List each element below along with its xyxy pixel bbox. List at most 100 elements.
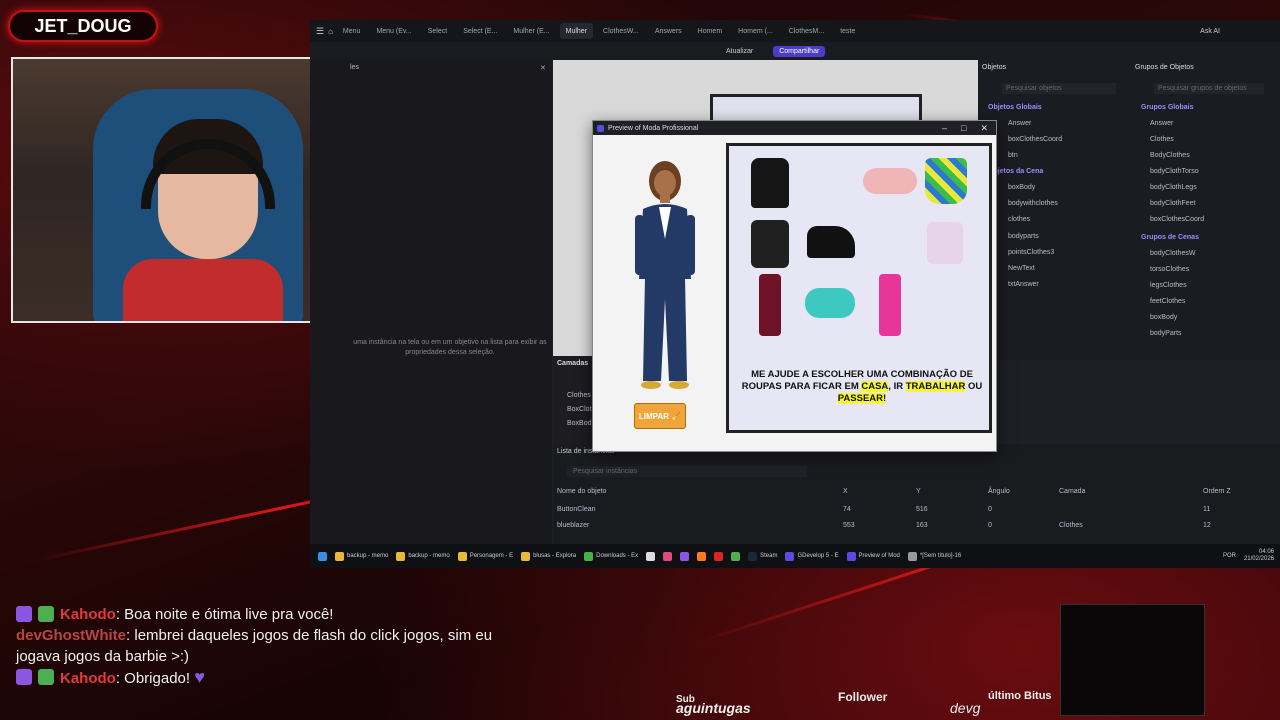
properties-panel: les ✕ uma instância na tela ou em um obj… bbox=[310, 60, 552, 548]
ask-ai-button[interactable]: Ask AI bbox=[1200, 28, 1220, 35]
row-cell[interactable]: blueblazer bbox=[557, 522, 589, 529]
col-header[interactable]: X bbox=[843, 488, 848, 495]
group-item[interactable]: bodyClothFeet bbox=[1150, 200, 1196, 207]
tab-menu[interactable]: Menu bbox=[337, 23, 367, 39]
group-item[interactable]: boxClothesCoord bbox=[1150, 216, 1204, 223]
patterned-skirt-item[interactable] bbox=[925, 158, 967, 204]
group-item[interactable]: feetClothes bbox=[1150, 298, 1185, 305]
instances-search[interactable]: Pesquisar instâncias bbox=[567, 466, 807, 477]
object-item[interactable]: Answer bbox=[1008, 120, 1031, 127]
col-header[interactable]: Y bbox=[916, 488, 921, 495]
group-item[interactable]: BodyClothes bbox=[1150, 152, 1190, 159]
object-item[interactable]: boxBody bbox=[1008, 184, 1035, 191]
scene-groups-header[interactable]: Grupos de Cenas bbox=[1141, 234, 1199, 241]
app-icon[interactable] bbox=[680, 551, 690, 561]
app-icon[interactable] bbox=[697, 551, 707, 561]
col-header[interactable]: Nome do objeto bbox=[557, 488, 606, 495]
object-item[interactable]: txtAnswer bbox=[1008, 281, 1039, 288]
leather-jacket-item[interactable] bbox=[751, 220, 789, 268]
close-icon[interactable]: ✕ bbox=[540, 64, 546, 72]
minimize-icon[interactable]: – bbox=[942, 123, 947, 134]
pink-tshirt-item[interactable] bbox=[927, 222, 963, 264]
editor-toolbar: Atualizar Compartilhar bbox=[310, 42, 1280, 60]
windows-start-icon[interactable] bbox=[318, 551, 327, 561]
pink-flats-item[interactable] bbox=[863, 168, 917, 194]
taskbar-item[interactable]: blusas - Explora bbox=[521, 551, 576, 561]
global-groups-header[interactable]: Grupos Globais bbox=[1141, 104, 1194, 111]
global-objects-header[interactable]: Objetos Globais bbox=[988, 104, 1042, 111]
home-icon[interactable]: ⌂ bbox=[328, 27, 333, 36]
share-button[interactable]: Compartilhar bbox=[773, 45, 826, 57]
tab-homem[interactable]: Homem bbox=[692, 23, 729, 39]
badge-icon bbox=[38, 669, 54, 685]
taskbar-item[interactable]: Steam bbox=[748, 551, 777, 561]
pink-leggings-item[interactable] bbox=[879, 274, 901, 336]
tab-menu-events[interactable]: Menu (Ev... bbox=[370, 23, 417, 39]
group-item[interactable]: bodyClothTorso bbox=[1150, 168, 1199, 175]
update-button[interactable]: Atualizar bbox=[720, 46, 759, 57]
tab-select[interactable]: Select bbox=[422, 23, 453, 39]
taskbar-item[interactable]: *[Sem título]-16 bbox=[907, 551, 961, 561]
group-item[interactable]: legsClothes bbox=[1150, 282, 1187, 289]
object-item[interactable]: pointsClothes3 bbox=[1008, 249, 1054, 256]
app-icon[interactable] bbox=[646, 551, 656, 561]
group-item[interactable]: Clothes bbox=[1150, 136, 1174, 143]
row-cell: 516 bbox=[916, 506, 928, 513]
app-icon[interactable] bbox=[663, 551, 673, 561]
object-item[interactable]: btn bbox=[1008, 152, 1018, 159]
tab-clothesw[interactable]: ClothesW... bbox=[597, 23, 645, 39]
last-bits-user: devg bbox=[950, 700, 981, 716]
clear-button[interactable]: LIMPAR 🧹 bbox=[634, 403, 686, 429]
group-item[interactable]: Answer bbox=[1150, 120, 1173, 127]
layer-item[interactable]: Clothes bbox=[567, 392, 591, 399]
object-item[interactable]: clothes bbox=[1008, 216, 1030, 223]
col-header[interactable]: Ordem Z bbox=[1203, 488, 1231, 495]
group-item[interactable]: boxBody bbox=[1150, 314, 1177, 321]
taskbar-item[interactable]: Personagem - E bbox=[457, 551, 513, 561]
object-item[interactable]: bodywithclothes bbox=[1008, 200, 1058, 207]
tab-mulher-events[interactable]: Mulher (E... bbox=[507, 23, 555, 39]
objects-search[interactable]: Pesquisar objetos bbox=[1002, 83, 1116, 94]
row-cell: 74 bbox=[843, 506, 851, 513]
taskbar-item[interactable]: GDevelop 5 - E bbox=[785, 551, 839, 561]
taskbar-lang[interactable]: POR bbox=[1223, 553, 1236, 559]
teal-sneakers-item[interactable] bbox=[805, 288, 855, 318]
taskbar-item[interactable]: Preview of Mod bbox=[846, 551, 900, 561]
col-header[interactable]: Ângulo bbox=[988, 488, 1010, 495]
close-icon[interactable]: ✕ bbox=[980, 123, 988, 134]
layer-item[interactable]: BoxBod bbox=[567, 420, 592, 427]
layer-item[interactable]: BoxClot bbox=[567, 406, 592, 413]
webcam-feed bbox=[11, 57, 350, 323]
row-cell: 163 bbox=[916, 522, 928, 529]
group-item[interactable]: bodyClothLegs bbox=[1150, 184, 1197, 191]
row-cell[interactable]: ButtonClean bbox=[557, 506, 596, 513]
tab-teste[interactable]: teste bbox=[834, 23, 861, 39]
doll-character[interactable] bbox=[629, 159, 701, 394]
taskbar-item[interactable]: backup - memo bbox=[335, 551, 388, 561]
menu-icon[interactable]: ☰ bbox=[316, 26, 324, 37]
group-item[interactable]: bodyClothesW bbox=[1150, 250, 1196, 257]
group-item[interactable]: torsoClothes bbox=[1150, 266, 1189, 273]
properties-hint: uma instância na tela ou em um objetivo … bbox=[353, 339, 547, 356]
object-item[interactable]: NewText bbox=[1008, 265, 1035, 272]
object-item[interactable]: bodyparts bbox=[1008, 233, 1039, 240]
groups-search[interactable]: Pesquisar grupos de objetos bbox=[1154, 83, 1264, 94]
burgundy-pants-item[interactable] bbox=[759, 274, 781, 336]
app-icon[interactable] bbox=[714, 551, 724, 561]
tab-clothesm[interactable]: ClothesM... bbox=[783, 23, 830, 39]
black-shirt-item[interactable] bbox=[751, 158, 789, 208]
tab-select-events[interactable]: Select (E... bbox=[457, 23, 503, 39]
gdevelop-icon bbox=[597, 124, 604, 132]
tab-mulher[interactable]: Mulher bbox=[559, 23, 594, 39]
object-item[interactable]: boxClothesCoord bbox=[1008, 136, 1062, 143]
taskbar-item[interactable]: backup - memo bbox=[396, 551, 450, 561]
taskbar-item[interactable]: Downloads - Ex bbox=[584, 551, 638, 561]
maximize-icon[interactable]: □ bbox=[961, 123, 966, 134]
group-item[interactable]: bodyParts bbox=[1150, 330, 1182, 337]
black-heels-item[interactable] bbox=[807, 226, 855, 258]
tab-answers[interactable]: Answers bbox=[649, 23, 688, 39]
chrome-icon[interactable] bbox=[731, 551, 741, 561]
col-header[interactable]: Camada bbox=[1059, 488, 1085, 495]
tab-homem-events[interactable]: Homem (... bbox=[732, 23, 779, 39]
taskbar-clock[interactable]: 04:06 21/02/2026 bbox=[1244, 549, 1280, 563]
